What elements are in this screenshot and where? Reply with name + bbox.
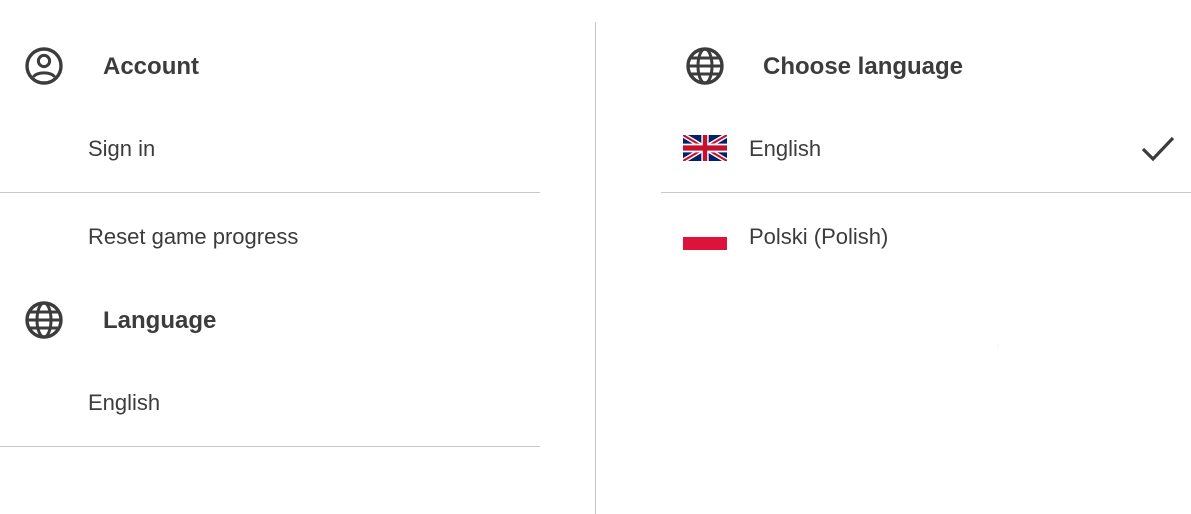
divider bbox=[0, 446, 540, 447]
account-circle-icon bbox=[24, 46, 64, 86]
divider bbox=[661, 192, 1191, 193]
choose-language-header: Choose language bbox=[661, 36, 1191, 96]
reset-game-progress-label: Reset game progress bbox=[88, 224, 299, 249]
english-label: English bbox=[749, 136, 822, 161]
sign-in-label: Sign in bbox=[88, 136, 156, 161]
globe-icon bbox=[24, 300, 64, 340]
language-value-item[interactable]: English bbox=[0, 381, 540, 425]
divider bbox=[0, 192, 540, 193]
poland-flag-icon bbox=[683, 224, 727, 250]
panel-separator bbox=[595, 22, 596, 514]
globe-icon bbox=[685, 46, 725, 86]
choose-language-title: Choose language bbox=[763, 53, 964, 80]
reset-game-progress-item[interactable]: Reset game progress bbox=[0, 215, 540, 259]
polish-label: Polski (Polish) bbox=[749, 224, 889, 249]
language-value-label: English bbox=[88, 390, 161, 415]
artifact-dot bbox=[997, 345, 998, 346]
uk-flag-icon bbox=[682, 132, 728, 164]
language-option-english[interactable]: English bbox=[661, 119, 1191, 179]
sign-in-item[interactable]: Sign in bbox=[0, 127, 540, 171]
account-section-header: Account bbox=[0, 36, 540, 96]
checkmark-icon bbox=[1141, 134, 1175, 164]
account-title: Account bbox=[103, 53, 199, 80]
language-section-header: Language bbox=[0, 290, 540, 350]
language-option-polish[interactable]: Polski (Polish) bbox=[661, 207, 1191, 267]
language-title: Language bbox=[103, 307, 217, 334]
